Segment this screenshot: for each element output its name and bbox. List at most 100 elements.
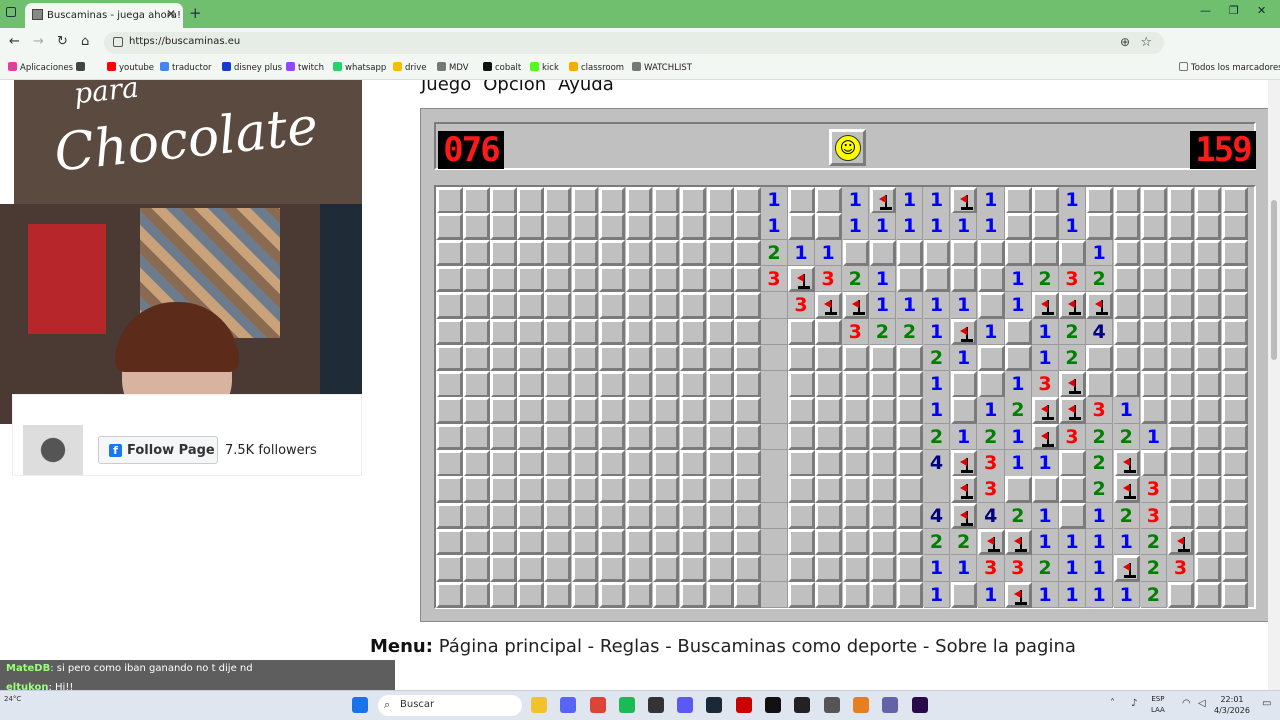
number-cell[interactable]: 3: [1140, 502, 1168, 530]
chrome-icon[interactable]: [590, 697, 606, 713]
covered-cell[interactable]: [517, 213, 544, 240]
covered-cell[interactable]: [544, 555, 571, 582]
number-cell[interactable]: 3: [1167, 555, 1195, 582]
covered-cell[interactable]: [1221, 213, 1249, 240]
covered-cell[interactable]: [544, 476, 571, 503]
flagged-cell[interactable]: [842, 292, 869, 319]
covered-cell[interactable]: [679, 318, 707, 345]
number-cell[interactable]: 2: [923, 344, 951, 372]
covered-cell[interactable]: [869, 450, 897, 477]
covered-cell[interactable]: [517, 292, 544, 319]
covered-cell[interactable]: [1140, 213, 1168, 240]
number-cell[interactable]: 2: [1086, 450, 1113, 477]
number-cell[interactable]: 1: [761, 213, 788, 240]
number-cell[interactable]: 2: [1140, 528, 1168, 556]
covered-cell[interactable]: [1086, 344, 1113, 372]
covered-cell[interactable]: [436, 397, 463, 424]
covered-cell[interactable]: [815, 371, 842, 398]
covered-cell[interactable]: [679, 502, 707, 530]
covered-cell[interactable]: [625, 450, 653, 477]
covered-cell[interactable]: [734, 187, 761, 214]
steam-icon[interactable]: [706, 697, 722, 713]
covered-cell[interactable]: [571, 423, 598, 451]
covered-cell[interactable]: [598, 187, 626, 214]
covered-cell[interactable]: [517, 187, 544, 214]
covered-cell[interactable]: [463, 450, 490, 477]
covered-cell[interactable]: [734, 239, 761, 267]
covered-cell[interactable]: [571, 213, 598, 240]
number-cell[interactable]: 1: [1086, 239, 1113, 267]
number-cell[interactable]: 1: [950, 423, 978, 451]
covered-cell[interactable]: [950, 371, 978, 398]
number-cell[interactable]: 1: [1086, 502, 1113, 530]
covered-cell[interactable]: [436, 239, 463, 267]
covered-cell[interactable]: [1113, 318, 1140, 345]
covered-cell[interactable]: [1059, 502, 1086, 530]
bookmark-item[interactable]: Aplicaciones: [8, 62, 73, 73]
covered-cell[interactable]: [1194, 502, 1222, 530]
covered-cell[interactable]: [1221, 423, 1249, 451]
covered-cell[interactable]: [1005, 476, 1032, 503]
covered-cell[interactable]: [544, 265, 571, 293]
covered-cell[interactable]: [1194, 292, 1222, 319]
covered-cell[interactable]: [1194, 476, 1222, 503]
covered-cell[interactable]: [707, 397, 734, 424]
file-explorer-icon[interactable]: [531, 697, 547, 713]
covered-cell[interactable]: [842, 476, 869, 503]
number-cell[interactable]: 1: [869, 213, 897, 240]
covered-cell[interactable]: [707, 265, 734, 293]
covered-cell[interactable]: [1194, 423, 1222, 451]
number-cell[interactable]: 1: [896, 187, 924, 214]
covered-cell[interactable]: [707, 318, 734, 345]
covered-cell[interactable]: [896, 528, 924, 556]
flagged-cell[interactable]: [1032, 292, 1059, 319]
revealed-cell[interactable]: [761, 292, 788, 319]
revealed-cell[interactable]: [761, 555, 788, 582]
covered-cell[interactable]: [842, 581, 869, 608]
number-cell[interactable]: 3: [978, 555, 1005, 582]
tab-search-icon[interactable]: [6, 7, 16, 17]
covered-cell[interactable]: [707, 292, 734, 319]
flagged-cell[interactable]: [1032, 423, 1059, 451]
covered-cell[interactable]: [490, 371, 517, 398]
covered-cell[interactable]: [869, 371, 897, 398]
covered-cell[interactable]: [571, 318, 598, 345]
covered-cell[interactable]: [815, 581, 842, 608]
covered-cell[interactable]: [544, 318, 571, 345]
number-cell[interactable]: 1: [978, 581, 1005, 608]
covered-cell[interactable]: [1140, 265, 1168, 293]
covered-cell[interactable]: [490, 318, 517, 345]
number-cell[interactable]: 1: [842, 187, 869, 214]
covered-cell[interactable]: [1032, 239, 1059, 267]
start-icon[interactable]: [352, 697, 368, 713]
covered-cell[interactable]: [1167, 292, 1195, 319]
covered-cell[interactable]: [598, 292, 626, 319]
covered-cell[interactable]: [679, 423, 707, 451]
number-cell[interactable]: 1: [1086, 528, 1113, 556]
covered-cell[interactable]: [1167, 187, 1195, 214]
covered-cell[interactable]: [1194, 344, 1222, 372]
covered-cell[interactable]: [652, 371, 680, 398]
covered-cell[interactable]: [788, 528, 815, 556]
number-cell[interactable]: 1: [1086, 555, 1113, 582]
covered-cell[interactable]: [815, 318, 842, 345]
covered-cell[interactable]: [436, 423, 463, 451]
covered-cell[interactable]: [598, 476, 626, 503]
covered-cell[interactable]: [1005, 213, 1032, 240]
covered-cell[interactable]: [625, 397, 653, 424]
covered-cell[interactable]: [679, 476, 707, 503]
covered-cell[interactable]: [1140, 450, 1168, 477]
number-cell[interactable]: 2: [1140, 555, 1168, 582]
revealed-cell[interactable]: [761, 397, 788, 424]
covered-cell[interactable]: [978, 371, 1005, 398]
covered-cell[interactable]: [436, 213, 463, 240]
flagged-cell[interactable]: [1032, 397, 1059, 424]
flagged-cell[interactable]: [950, 318, 978, 345]
covered-cell[interactable]: [679, 344, 707, 372]
covered-cell[interactable]: [815, 502, 842, 530]
covered-cell[interactable]: [1059, 239, 1086, 267]
covered-cell[interactable]: [517, 239, 544, 267]
covered-cell[interactable]: [1113, 292, 1140, 319]
covered-cell[interactable]: [869, 344, 897, 372]
covered-cell[interactable]: [978, 265, 1005, 293]
